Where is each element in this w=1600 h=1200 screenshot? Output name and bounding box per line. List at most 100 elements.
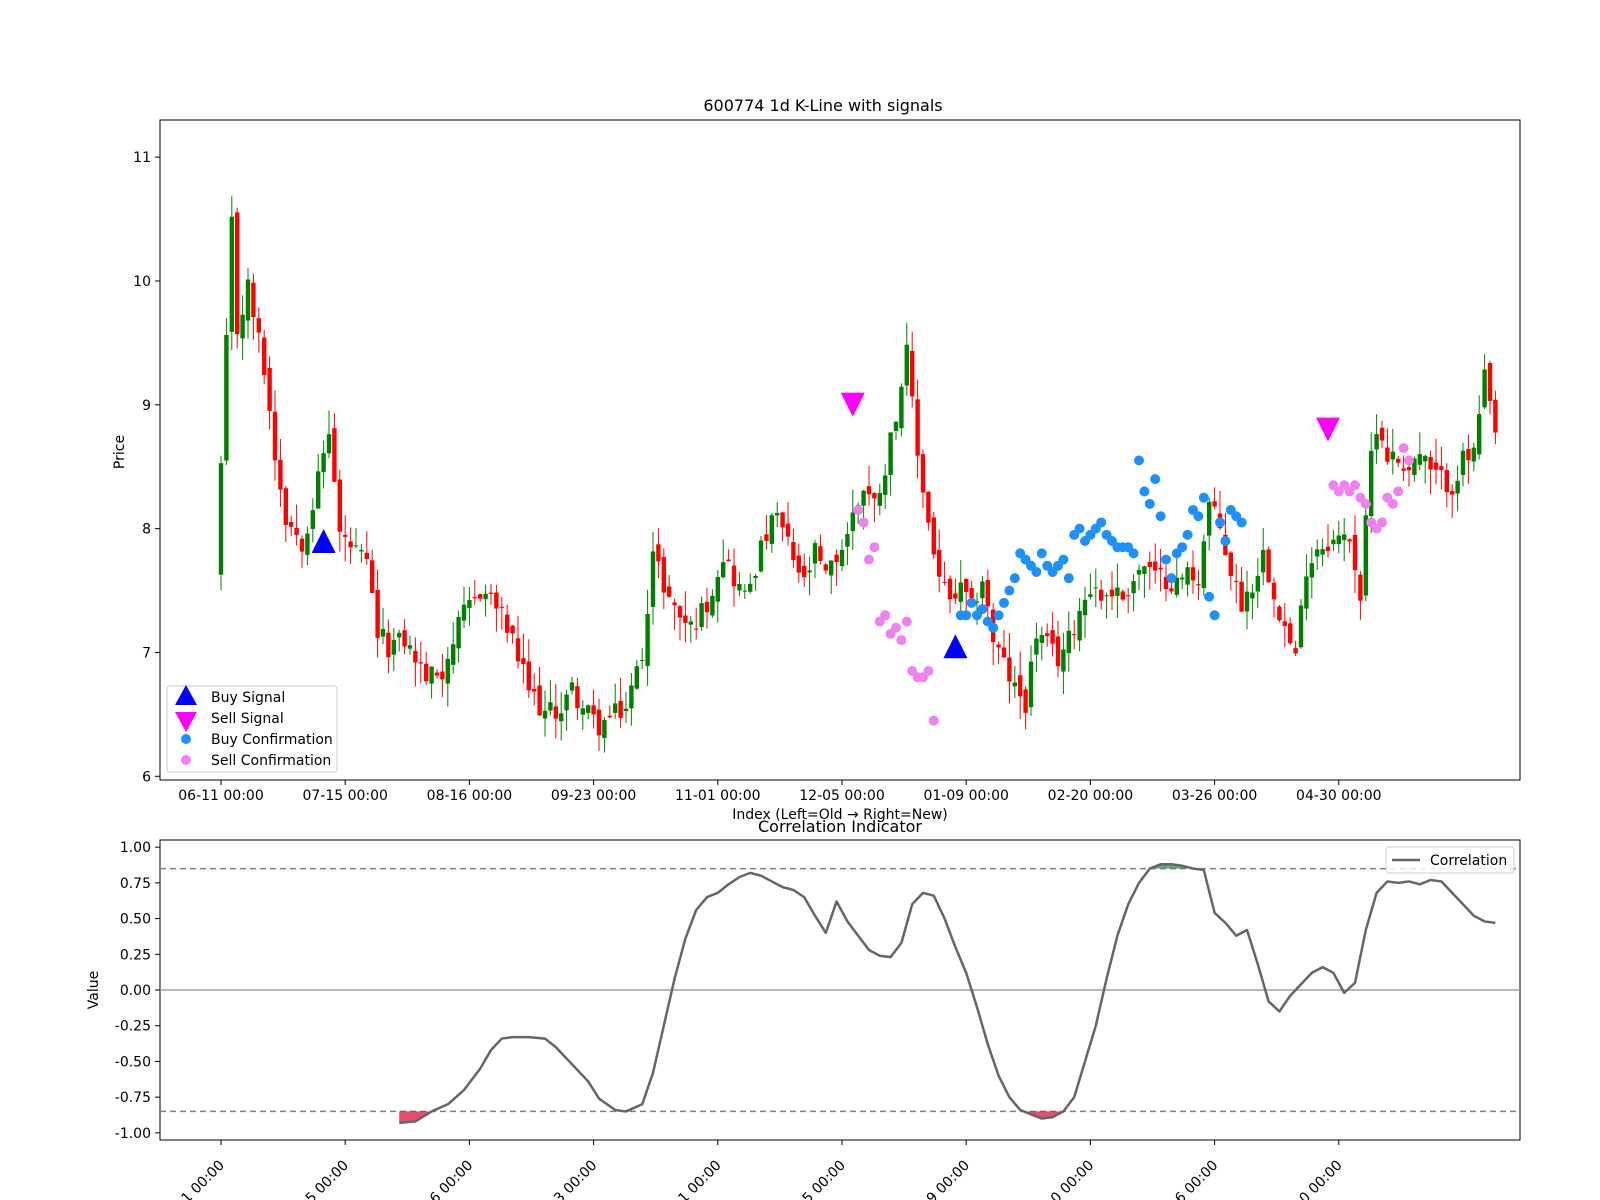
candle-body bbox=[451, 644, 456, 665]
candle-body bbox=[1271, 582, 1277, 600]
candle-body bbox=[278, 459, 283, 490]
candle-body bbox=[1471, 447, 1476, 462]
candle-body bbox=[1298, 605, 1304, 648]
buy-confirmation-point bbox=[1009, 573, 1020, 584]
candle-body bbox=[861, 490, 866, 506]
legend-sell-confirmation-label: Sell Confirmation bbox=[211, 753, 331, 769]
correlation-x-tick-label: 1 00:00 bbox=[179, 1158, 228, 1200]
candle-body bbox=[359, 549, 364, 552]
kline-y-tick-label: 7 bbox=[142, 645, 151, 661]
sell-confirmation-point bbox=[1398, 443, 1409, 454]
candle-body bbox=[1342, 534, 1347, 541]
candle-body bbox=[980, 581, 985, 599]
candle-body bbox=[683, 615, 688, 623]
candle-body bbox=[623, 708, 629, 712]
candle-body bbox=[386, 632, 391, 658]
candle-body bbox=[240, 314, 245, 339]
candle-body bbox=[910, 350, 915, 397]
candle-body bbox=[321, 453, 326, 473]
candle-body bbox=[348, 541, 353, 548]
candle-body bbox=[483, 593, 488, 600]
candle-body bbox=[262, 337, 267, 375]
kline-x-tick-label: 12-05 00:00 bbox=[799, 788, 884, 804]
candle-body bbox=[1374, 434, 1379, 450]
candle-body bbox=[1099, 589, 1104, 601]
kline-x-axis: 06-11 00:00 07-15 00:00 08-16 00:00 09-23 0… bbox=[178, 780, 1382, 804]
candle-body bbox=[424, 663, 429, 682]
candle-body bbox=[337, 479, 342, 532]
candle-body bbox=[1396, 458, 1401, 463]
candle-body bbox=[650, 551, 656, 607]
buy-confirmation-point bbox=[1161, 554, 1171, 565]
candle-body bbox=[958, 582, 963, 602]
candle-body bbox=[1363, 515, 1368, 596]
candle-body bbox=[1347, 539, 1352, 542]
candle-body bbox=[1147, 561, 1152, 568]
kline-y-tick-label: 10 bbox=[133, 274, 151, 290]
candle-body bbox=[715, 577, 720, 602]
candle-body bbox=[866, 486, 872, 495]
candle-body bbox=[1007, 657, 1012, 682]
candle-body bbox=[397, 632, 402, 638]
candle-body bbox=[602, 719, 607, 739]
buy-confirmation-point bbox=[961, 610, 972, 621]
correlation-x-tick-label: 0 00:00 bbox=[1048, 1158, 1097, 1200]
correlation-y-label: Value bbox=[86, 971, 102, 1009]
sell-confirmation-point bbox=[928, 715, 939, 726]
candle-body bbox=[575, 686, 580, 709]
candle-body bbox=[1169, 588, 1174, 592]
correlation-y-tick-label: -0.75 bbox=[115, 1090, 151, 1106]
candle-body bbox=[267, 367, 272, 411]
candle-body bbox=[872, 493, 877, 499]
kline-y-tick-label: 8 bbox=[142, 522, 151, 538]
candle-body bbox=[429, 666, 434, 684]
candle-body bbox=[1293, 648, 1298, 654]
correlation-x-axis: 1 00:00 5 00:00 6 00:00 3 00:00 1 00:00 5 00:… bbox=[179, 1140, 1346, 1200]
candle-body bbox=[391, 640, 396, 655]
sell-confirmation-point bbox=[1404, 455, 1414, 466]
candle-body bbox=[721, 562, 726, 578]
candle-body bbox=[1126, 595, 1131, 597]
buy-confirmation-point bbox=[988, 622, 999, 633]
candle-body bbox=[1423, 455, 1428, 462]
candle-body bbox=[640, 660, 645, 662]
candle-body bbox=[926, 491, 931, 523]
candle-body bbox=[1023, 689, 1028, 713]
candle-body bbox=[656, 544, 661, 562]
candle-body bbox=[461, 604, 467, 621]
candle-body bbox=[634, 666, 639, 689]
candle-body bbox=[1455, 480, 1460, 494]
candle-body bbox=[1185, 567, 1190, 585]
candle-body bbox=[1077, 610, 1082, 641]
candle-body bbox=[1352, 534, 1358, 571]
kline-x-tick-label: 06-11 00:00 bbox=[178, 788, 263, 804]
candle-body bbox=[1320, 549, 1325, 555]
kline-y-axis: 6 7 8 9 10 11 bbox=[133, 150, 160, 785]
sell-confirmation-point bbox=[901, 616, 912, 627]
candle-body bbox=[494, 592, 499, 609]
candle-body bbox=[742, 590, 747, 592]
buy-confirmation-point bbox=[1128, 548, 1139, 559]
candle-body bbox=[472, 597, 477, 599]
candle-body bbox=[1028, 661, 1034, 708]
buy-confirmation-point bbox=[1063, 573, 1074, 584]
candle-body bbox=[807, 570, 812, 573]
candle-body bbox=[780, 512, 785, 528]
legend-sell-signal-label: Sell Signal bbox=[211, 711, 284, 727]
buy-confirmation-point bbox=[1177, 542, 1188, 553]
kline-x-tick-label: 04-30 00:00 bbox=[1296, 788, 1381, 804]
correlation-x-tick-label: 9 00:00 bbox=[924, 1158, 973, 1200]
kline-y-label: Price bbox=[112, 435, 128, 469]
correlation-y-tick-label: 0.00 bbox=[120, 983, 151, 999]
candle-body bbox=[505, 614, 510, 633]
candle-body bbox=[521, 658, 526, 665]
candle-body bbox=[1401, 468, 1406, 471]
buy-confirmation-point bbox=[1004, 585, 1015, 596]
candle-body bbox=[283, 488, 288, 525]
candle-body bbox=[1493, 399, 1498, 433]
candle-body bbox=[380, 628, 386, 637]
candle-body bbox=[942, 581, 947, 583]
candle-body bbox=[1066, 630, 1071, 654]
candle-body bbox=[775, 512, 780, 516]
correlation-legend-label: Correlation bbox=[1430, 853, 1507, 869]
